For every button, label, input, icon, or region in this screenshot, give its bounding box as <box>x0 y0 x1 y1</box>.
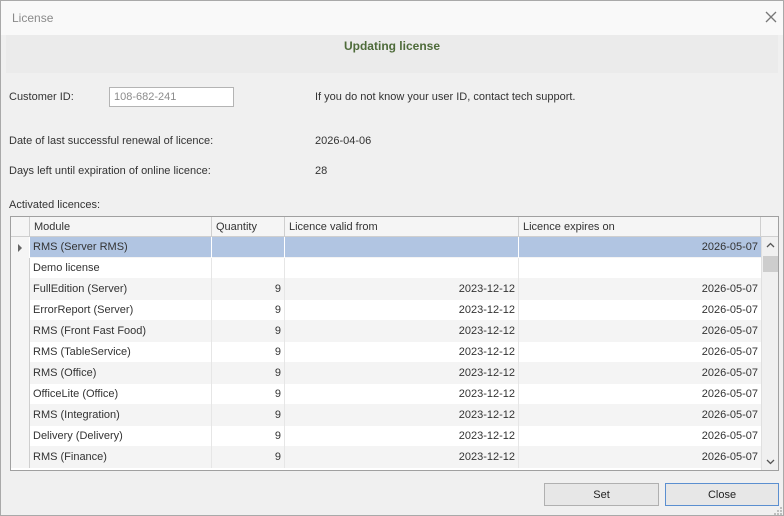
header-indicator-cell <box>11 217 30 237</box>
quantity-cell[interactable]: 9 <box>212 384 285 405</box>
row-indicator-cell <box>11 279 30 300</box>
valid-from-cell[interactable]: 2023-12-12 <box>285 426 519 447</box>
expires-on-cell[interactable]: 2026-05-07 <box>519 321 761 342</box>
valid-from-cell[interactable]: 2023-12-12 <box>285 342 519 363</box>
table-row[interactable]: RMS (Finance) 9 2023-12-12 2026-05-07 <box>11 447 761 468</box>
licences-grid[interactable]: Module Quantity Licence valid from Licen… <box>10 216 779 471</box>
table-row[interactable]: RMS (Front Fast Food) 9 2023-12-12 2026-… <box>11 321 761 342</box>
row-indicator-cell <box>11 300 30 321</box>
table-row[interactable]: ErrorReport (Server) 9 2023-12-12 2026-0… <box>11 300 761 321</box>
table-row[interactable]: RMS (Server RMS) 2026-05-07 <box>11 237 761 258</box>
column-header-quantity[interactable]: Quantity <box>212 217 285 237</box>
column-header-valid-from[interactable]: Licence valid from <box>285 217 519 237</box>
grid-rows: RMS (Server RMS) 2026-05-07 Demo license… <box>11 237 761 468</box>
module-cell[interactable]: RMS (Integration) <box>30 405 212 426</box>
valid-from-cell[interactable]: 2023-12-12 <box>285 279 519 300</box>
valid-from-cell[interactable]: 2023-12-12 <box>285 321 519 342</box>
days-left-value: 28 <box>315 165 328 177</box>
customer-id-label: Customer ID: <box>9 91 74 103</box>
module-cell[interactable]: ErrorReport (Server) <box>30 300 212 321</box>
column-header-expires-on[interactable]: Licence expires on <box>519 217 761 237</box>
vertical-scrollbar[interactable] <box>761 237 778 470</box>
banner-title: Updating license <box>343 39 441 53</box>
renewal-date-value: 2026-04-06 <box>315 135 372 147</box>
expires-on-cell[interactable]: 2026-05-07 <box>519 384 761 405</box>
expires-on-cell[interactable]: 2026-05-07 <box>519 405 761 426</box>
row-indicator-cell <box>11 384 30 405</box>
quantity-cell[interactable]: 9 <box>212 447 285 468</box>
valid-from-cell[interactable] <box>285 237 519 258</box>
title-bar: License <box>1 1 783 35</box>
header-banner: Updating license <box>6 35 778 73</box>
valid-from-cell[interactable] <box>285 258 519 279</box>
module-cell[interactable]: RMS (Office) <box>30 363 212 384</box>
module-cell[interactable]: RMS (Front Fast Food) <box>30 321 212 342</box>
module-cell[interactable]: Delivery (Delivery) <box>30 426 212 447</box>
quantity-cell[interactable]: 9 <box>212 342 285 363</box>
days-left-label: Days left until expiration of online lic… <box>9 165 211 177</box>
row-indicator-cell <box>11 405 30 426</box>
valid-from-cell[interactable]: 2023-12-12 <box>285 447 519 468</box>
row-indicator-cell <box>11 321 30 342</box>
quantity-cell[interactable]: 9 <box>212 279 285 300</box>
window-title: License <box>12 11 54 25</box>
expires-on-cell[interactable] <box>519 258 761 279</box>
expires-on-cell[interactable]: 2026-05-07 <box>519 300 761 321</box>
row-indicator-cell <box>11 447 30 468</box>
row-indicator-cell <box>11 237 30 258</box>
quantity-cell[interactable]: 9 <box>212 300 285 321</box>
module-cell[interactable]: RMS (TableService) <box>30 342 212 363</box>
row-indicator-cell <box>11 258 30 279</box>
expires-on-cell[interactable]: 2026-05-07 <box>519 342 761 363</box>
activated-licences-label: Activated licences: <box>9 199 101 211</box>
expires-on-cell[interactable]: 2026-05-07 <box>519 426 761 447</box>
scrollbar-thumb[interactable] <box>763 256 778 272</box>
row-indicator-cell <box>11 426 30 447</box>
valid-from-cell[interactable]: 2023-12-12 <box>285 405 519 426</box>
valid-from-cell[interactable]: 2023-12-12 <box>285 363 519 384</box>
table-row[interactable]: RMS (TableService) 9 2023-12-12 2026-05-… <box>11 342 761 363</box>
chevron-up-icon[interactable] <box>762 237 779 254</box>
valid-from-cell[interactable]: 2023-12-12 <box>285 300 519 321</box>
close-button[interactable]: Close <box>665 483 779 506</box>
quantity-cell[interactable]: 9 <box>212 321 285 342</box>
table-row[interactable]: FullEdition (Server) 9 2023-12-12 2026-0… <box>11 279 761 300</box>
close-icon[interactable] <box>763 9 779 25</box>
table-row[interactable]: RMS (Office) 9 2023-12-12 2026-05-07 <box>11 363 761 384</box>
quantity-cell[interactable]: 9 <box>212 363 285 384</box>
valid-from-cell[interactable]: 2023-12-12 <box>285 384 519 405</box>
expires-on-cell[interactable]: 2026-05-07 <box>519 363 761 384</box>
quantity-cell[interactable] <box>212 258 285 279</box>
grid-header: Module Quantity Licence valid from Licen… <box>11 217 778 237</box>
table-row[interactable]: RMS (Integration) 9 2023-12-12 2026-05-0… <box>11 405 761 426</box>
row-indicator-icon <box>18 244 22 252</box>
quantity-cell[interactable] <box>212 237 285 258</box>
table-row[interactable]: Delivery (Delivery) 9 2023-12-12 2026-05… <box>11 426 761 447</box>
module-cell[interactable]: RMS (Finance) <box>30 447 212 468</box>
chevron-down-icon[interactable] <box>762 453 779 470</box>
row-indicator-cell <box>11 363 30 384</box>
quantity-cell[interactable]: 9 <box>212 426 285 447</box>
expires-on-cell[interactable]: 2026-05-07 <box>519 279 761 300</box>
row-indicator-cell <box>11 342 30 363</box>
column-header-module[interactable]: Module <box>30 217 212 237</box>
expires-on-cell[interactable]: 2026-05-07 <box>519 447 761 468</box>
module-cell[interactable]: FullEdition (Server) <box>30 279 212 300</box>
module-cell[interactable]: OfficeLite (Office) <box>30 384 212 405</box>
quantity-cell[interactable]: 9 <box>212 405 285 426</box>
module-cell[interactable]: RMS (Server RMS) <box>30 237 212 258</box>
customer-id-hint: If you do not know your user ID, contact… <box>315 91 576 103</box>
set-button[interactable]: Set <box>544 483 659 506</box>
resize-grip-icon[interactable] <box>771 504 783 516</box>
renewal-date-label: Date of last successful renewal of licen… <box>9 135 214 147</box>
customer-id-input[interactable] <box>109 87 234 107</box>
module-cell[interactable]: Demo license <box>30 258 212 279</box>
table-row[interactable]: Demo license <box>11 258 761 279</box>
table-row[interactable]: OfficeLite (Office) 9 2023-12-12 2026-05… <box>11 384 761 405</box>
expires-on-cell[interactable]: 2026-05-07 <box>519 237 761 258</box>
license-dialog: License Updating license Customer ID: If… <box>0 0 784 516</box>
